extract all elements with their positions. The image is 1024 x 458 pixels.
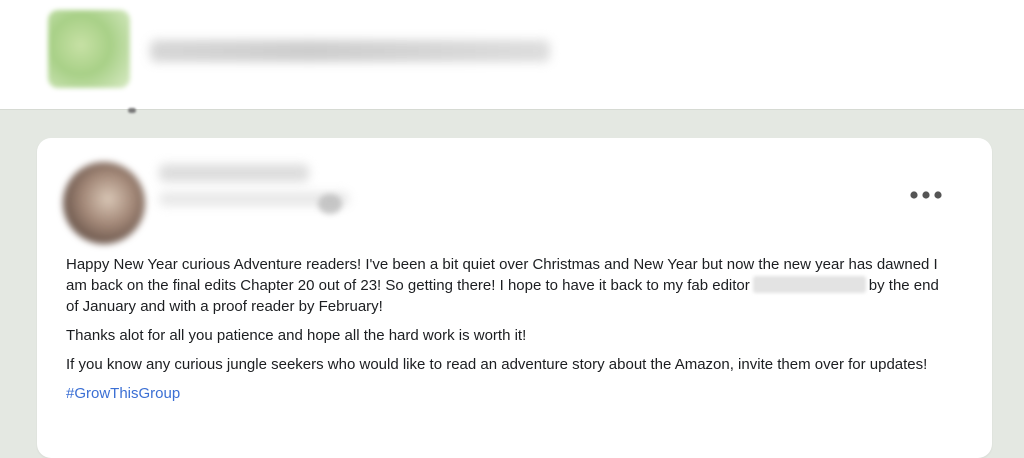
more-options-button[interactable] — [903, 182, 949, 208]
post-paragraph-1: Happy New Year curious Adventure readers… — [66, 254, 946, 317]
audience-icon — [318, 194, 342, 214]
author-avatar[interactable] — [63, 162, 145, 244]
editor-name-redacted — [752, 276, 866, 293]
post-body: Happy New Year curious Adventure readers… — [66, 254, 946, 412]
group-cover-image[interactable] — [48, 10, 130, 88]
more-options-icon — [910, 191, 942, 199]
post-paragraph-3: If you know any curious jungle seekers w… — [66, 356, 928, 373]
author-name-redacted[interactable] — [159, 164, 309, 182]
hashtag-link[interactable]: #GrowThisGroup — [66, 385, 180, 402]
background-fragment — [128, 108, 136, 113]
post-paragraph-2: Thanks alot for all you patience and hop… — [66, 327, 527, 344]
group-name-redacted[interactable] — [150, 40, 550, 62]
post-card: Happy New Year curious Adventure readers… — [37, 138, 992, 458]
group-header — [0, 0, 1024, 110]
